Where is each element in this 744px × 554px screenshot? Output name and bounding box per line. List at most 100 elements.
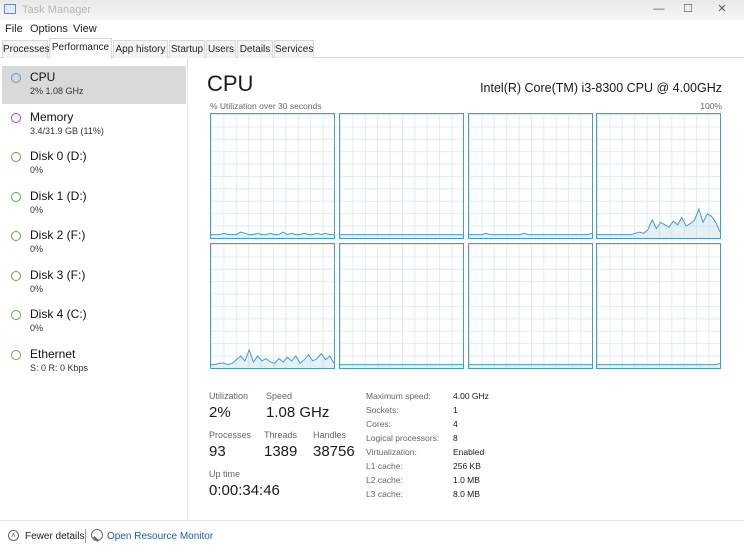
utilization-area (469, 364, 592, 368)
sidebar-item-ethernet[interactable]: Ethernet S: 0 R: 0 Kbps (2, 343, 186, 381)
footer-divider (85, 529, 86, 543)
handles-value: 38756 (313, 443, 355, 460)
utilization-graph-label: % Utilization over 30 seconds (210, 101, 322, 111)
logical-processor-graph (339, 243, 464, 369)
max-speed-value: 4.00 GHz (453, 391, 489, 401)
sidebar-item-detail: 0% (30, 244, 44, 254)
speed-value: 1.08 GHz (266, 404, 330, 421)
utilization-line-svg (340, 364, 463, 368)
task-manager-icon (4, 4, 16, 14)
virtualization-label: Virtualization: (366, 447, 417, 457)
tab-performance[interactable]: Performance (49, 38, 112, 59)
close-button[interactable]: ✕ (711, 2, 733, 16)
logical-processor-graph (210, 113, 335, 239)
sidebar-item-detail: 0% (30, 165, 44, 175)
l2-cache-value: 1.0 MB (453, 475, 480, 485)
sidebar-item-detail: 0% (30, 205, 44, 215)
utilization-line (211, 231, 334, 236)
sidebar-item-cpu[interactable]: CPU 2% 1.08 GHz (2, 66, 186, 104)
menu-bar: File Options View (0, 20, 744, 38)
logical-processor-graph (468, 243, 593, 369)
tab-details[interactable]: Details (237, 40, 273, 58)
sidebar-item-detail: S: 0 R: 0 Kbps (30, 363, 89, 373)
sidebar-item-disk-3[interactable]: Disk 3 (F:) 0% (2, 264, 186, 302)
sidebar-item-disk-0[interactable]: Disk 0 (D:) 0% (2, 145, 186, 183)
logical-processor-graph (596, 243, 721, 369)
utilization-label: Utilization (209, 391, 249, 401)
cores-label: Cores: (366, 419, 392, 429)
resource-sidebar: CPU 2% 1.08 GHz Memory 3.4/31.9 GB (11%)… (0, 58, 188, 520)
chevron-up-icon[interactable]: ˄ (8, 530, 19, 541)
utilization-area (597, 208, 720, 238)
threads-label: Threads (264, 430, 298, 440)
max-speed-label: Maximum speed: (366, 391, 431, 401)
sidebar-item-label: Disk 1 (D:) (30, 189, 87, 203)
speed-label: Speed (266, 391, 293, 401)
tab-users[interactable]: Users (206, 40, 236, 58)
tab-startup[interactable]: Startup (169, 40, 205, 58)
sockets-label: Sockets: (366, 405, 399, 415)
open-resource-monitor-link[interactable]: Open Resource Monitor (107, 531, 213, 542)
logical-processor-graph (339, 113, 464, 239)
utilization-line-svg (211, 231, 334, 238)
logical-processors-value: 8 (453, 433, 458, 443)
uptime-label: Up time (209, 469, 241, 479)
tab-processes[interactable]: Processes (2, 40, 50, 58)
utilization-line-svg (597, 362, 720, 368)
threads-value: 1389 (264, 443, 298, 460)
processes-value: 93 (209, 443, 226, 460)
l2-cache-label: L2 cache: (366, 475, 403, 485)
minimize-button[interactable]: — (648, 2, 670, 16)
menu-options[interactable]: Options (30, 23, 68, 35)
l3-cache-value: 8.0 MB (453, 489, 480, 499)
sidebar-item-label: Ethernet (30, 347, 76, 361)
logical-processors-label: Logical processors: (366, 433, 440, 443)
page-title: CPU (207, 71, 254, 96)
utilization-area (340, 364, 463, 368)
cores-value: 4 (453, 419, 458, 429)
utilization-area (597, 363, 720, 368)
l1-cache-label: L1 cache: (366, 461, 403, 471)
sidebar-item-label: Memory (30, 110, 74, 124)
tab-bar: Processes Performance App history Startu… (0, 38, 744, 59)
maximize-button[interactable]: ☐ (677, 2, 699, 16)
resource-monitor-icon[interactable] (91, 529, 103, 541)
handles-label: Handles (313, 430, 347, 440)
sidebar-item-label: CPU (30, 70, 56, 84)
sidebar-item-label: Disk 3 (F:) (30, 268, 86, 282)
sidebar-item-label: Disk 2 (F:) (30, 228, 86, 242)
window-title: Task Manager (22, 4, 92, 16)
menu-view[interactable]: View (73, 23, 97, 35)
utilization-line-svg (211, 348, 334, 368)
sidebar-item-disk-2[interactable]: Disk 2 (F:) 0% (2, 224, 186, 262)
fewer-details-link[interactable]: Fewer details (25, 531, 84, 542)
cpu-graphs-grid (210, 113, 721, 371)
l3-cache-label: L3 cache: (366, 489, 403, 499)
logical-processor-graph (210, 243, 335, 369)
tab-app-history[interactable]: App history (113, 40, 168, 58)
utilization-line (597, 362, 720, 366)
uptime-value: 0:00:34:46 (209, 482, 280, 499)
sidebar-item-memory[interactable]: Memory 3.4/31.9 GB (11%) (2, 106, 186, 144)
utilization-line-svg (469, 364, 592, 368)
disk-indicator-icon (11, 152, 21, 162)
disk-indicator-icon (11, 271, 21, 281)
sidebar-item-detail: 0% (30, 284, 44, 294)
utilization-line-svg (340, 234, 463, 238)
utilization-line-svg (469, 232, 592, 238)
sidebar-item-disk-4[interactable]: Disk 4 (C:) 0% (2, 303, 186, 341)
sidebar-item-detail: 2% 1.08 GHz (30, 86, 84, 96)
ethernet-indicator-icon (11, 350, 21, 360)
processes-label: Processes (209, 430, 252, 440)
sidebar-item-detail: 3.4/31.9 GB (11%) (30, 126, 104, 136)
logical-processor-graph (468, 113, 593, 239)
tab-services[interactable]: Services (274, 40, 314, 58)
disk-indicator-icon (11, 310, 21, 320)
sidebar-item-disk-1[interactable]: Disk 1 (D:) 0% (2, 185, 186, 223)
cpu-panel: CPU Intel(R) Core(TM) i3-8300 CPU @ 4.00… (189, 58, 744, 520)
sidebar-item-label: Disk 4 (C:) (30, 307, 87, 321)
menu-file[interactable]: File (5, 23, 23, 35)
l1-cache-value: 256 KB (453, 461, 481, 471)
cpu-indicator-icon (11, 73, 21, 83)
cpu-model-name: Intel(R) Core(TM) i3-8300 CPU @ 4.00GHz (480, 81, 722, 95)
